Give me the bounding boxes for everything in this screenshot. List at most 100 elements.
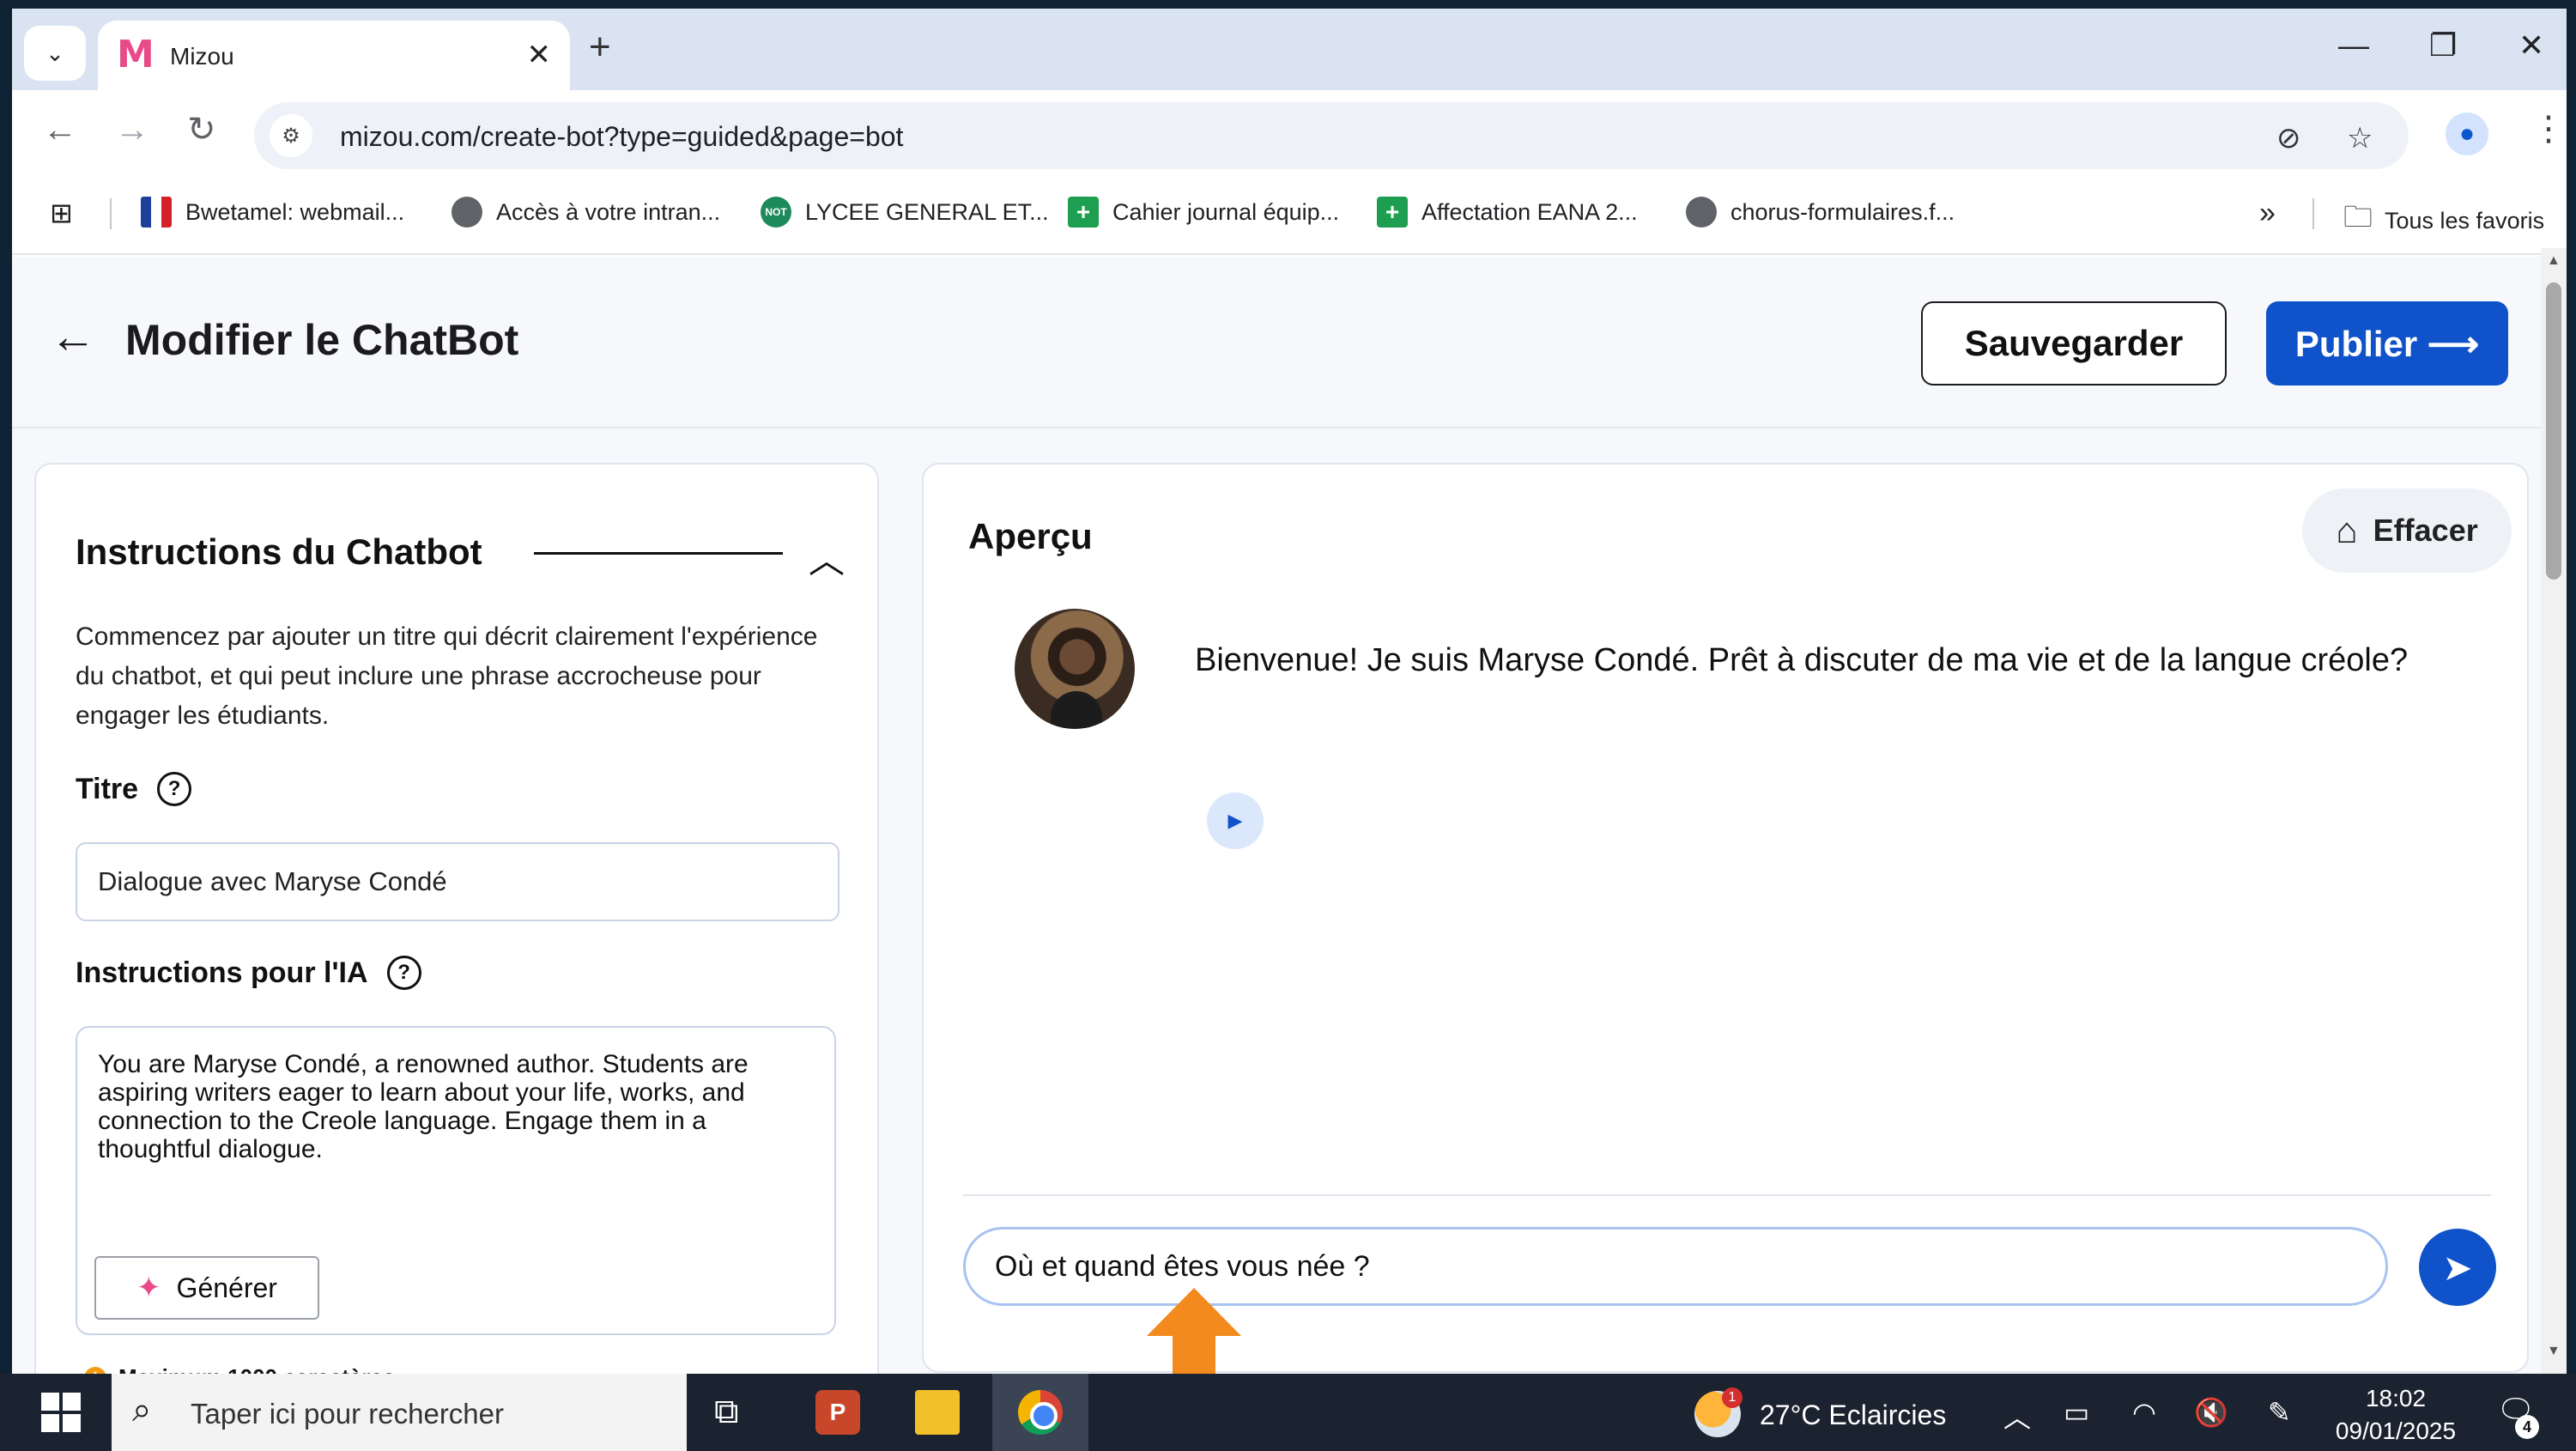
eye-off-icon[interactable]: ⊘ bbox=[2276, 121, 2301, 155]
bookmark-item[interactable]: + Affectation EANA 2... bbox=[1377, 197, 1638, 228]
restore-icon[interactable]: ❐ bbox=[2429, 27, 2457, 64]
preview-title: Aperçu bbox=[968, 516, 1093, 556]
chevron-up-icon[interactable]: ︿ bbox=[2003, 1396, 2031, 1436]
bookmark-item[interactable]: NOT LYCEE GENERAL ET... bbox=[761, 197, 1049, 228]
taskbar-file-explorer[interactable] bbox=[889, 1374, 985, 1451]
save-button[interactable]: Sauvegarder bbox=[1921, 301, 2227, 386]
scroll-down-icon[interactable]: ▼ bbox=[2547, 1344, 2561, 1359]
forward-icon[interactable]: → bbox=[115, 111, 149, 149]
not-icon: NOT bbox=[761, 197, 791, 228]
help-icon[interactable]: ? bbox=[157, 772, 192, 806]
battery-icon[interactable]: ▭ bbox=[2064, 1396, 2089, 1429]
task-view-icon[interactable]: ⧉ bbox=[714, 1393, 739, 1431]
ai-label-text: Instructions pour l'IA bbox=[76, 956, 368, 989]
instructions-title: Instructions du Chatbot bbox=[76, 531, 482, 572]
url-text: mizou.com/create-bot?type=guided&page=bo… bbox=[340, 121, 904, 152]
folder-icon: 🗀 bbox=[2343, 201, 2373, 234]
globe-icon bbox=[1686, 197, 1717, 228]
bot-avatar bbox=[1015, 609, 1135, 729]
tab-strip: ⌄ M Mizou ✕ + — ❐ ✕ bbox=[12, 9, 2567, 90]
title-field-label: Titre ? bbox=[76, 772, 192, 806]
page-header: ← Modifier le ChatBot Sauvegarder Publie… bbox=[12, 257, 2553, 428]
site-settings-icon[interactable]: ⚙ bbox=[270, 114, 312, 157]
bookmark-item[interactable]: Accès à votre intran... bbox=[452, 197, 720, 228]
generate-label: Générer bbox=[176, 1272, 277, 1303]
taskbar-search-box[interactable]: ⌕ Taper ici pour rechercher bbox=[112, 1374, 687, 1451]
powerpoint-icon: P bbox=[815, 1390, 860, 1435]
instructions-panel: Instructions du Chatbot ︿ Commencez par … bbox=[34, 463, 879, 1374]
taskbar-chrome[interactable] bbox=[992, 1374, 1088, 1451]
taskbar-powerpoint[interactable]: P bbox=[790, 1374, 886, 1451]
browser-toolbar: ← → ↻ ⚙ mizou.com/create-bot?type=guided… bbox=[12, 90, 2567, 169]
instructions-intro: Commencez par ajouter un titre qui décri… bbox=[76, 622, 818, 730]
address-bar[interactable]: ⚙ mizou.com/create-bot?type=guided&page=… bbox=[254, 102, 2409, 169]
new-tab-icon[interactable]: + bbox=[589, 26, 611, 69]
chrome-icon bbox=[1018, 1390, 1063, 1435]
close-tab-icon[interactable]: ✕ bbox=[527, 38, 552, 72]
bookmark-label: Accès à votre intran... bbox=[496, 198, 721, 225]
back-icon[interactable]: ← bbox=[43, 111, 77, 149]
minimize-icon[interactable]: — bbox=[2338, 27, 2369, 64]
send-icon[interactable]: ➤ bbox=[2419, 1229, 2496, 1306]
generate-button[interactable]: ✦ Générer bbox=[94, 1256, 319, 1320]
sparkle-icon: ✦ bbox=[136, 1272, 161, 1304]
bookmark-item[interactable]: chorus-formulaires.f... bbox=[1686, 197, 1955, 228]
weather-badge: 1 bbox=[1722, 1387, 1743, 1408]
clock-date: 09/01/2025 bbox=[2335, 1418, 2457, 1444]
profile-icon[interactable]: ● bbox=[2446, 112, 2488, 155]
ai-instructions-text: You are Maryse Condé, a renowned author.… bbox=[98, 1050, 749, 1163]
notification-count: 4 bbox=[2515, 1415, 2539, 1439]
chat-divider bbox=[963, 1194, 2491, 1196]
page-title: Modifier le ChatBot bbox=[125, 316, 519, 364]
close-window-icon[interactable]: ✕ bbox=[2518, 27, 2544, 64]
app-content: ← Modifier le ChatBot Sauvegarder Publie… bbox=[12, 257, 2553, 1374]
play-audio-icon[interactable]: ▶ bbox=[1207, 792, 1264, 849]
scroll-thumb[interactable] bbox=[2546, 282, 2561, 580]
browser-window: ⌄ M Mizou ✕ + — ❐ ✕ ← → ↻ ⚙ mizou.com/cr… bbox=[12, 9, 2567, 1374]
taskbar-search-placeholder: Taper ici pour rechercher bbox=[191, 1398, 504, 1430]
all-bookmarks-label: Tous les favoris bbox=[2385, 208, 2545, 234]
max-chars-text: Maximum 1000 caractères bbox=[118, 1364, 395, 1374]
page-scrollbar[interactable]: ▲ ▼ bbox=[2541, 248, 2567, 1374]
max-chars-note: ! Maximum 1000 caractères bbox=[84, 1364, 395, 1374]
clear-label: Effacer bbox=[2373, 513, 2478, 548]
bookmark-item[interactable]: + Cahier journal équip... bbox=[1068, 197, 1339, 228]
all-bookmarks-folder[interactable]: 🗀 Tous les favoris bbox=[2343, 197, 2544, 246]
tab-search-button[interactable]: ⌄ bbox=[24, 26, 86, 81]
bookmark-label: Affectation EANA 2... bbox=[1421, 198, 1638, 225]
bookmark-label: Cahier journal équip... bbox=[1112, 198, 1340, 225]
preview-panel: Aperçu ⌂ Effacer Bienvenue! Je suis Mary… bbox=[922, 463, 2529, 1373]
title-input[interactable] bbox=[76, 842, 839, 921]
folder-icon bbox=[915, 1390, 960, 1435]
taskbar-clock[interactable]: 18:02 09/01/2025 bbox=[2331, 1382, 2460, 1448]
chevron-up-icon[interactable]: ︿ bbox=[809, 531, 845, 584]
bookmark-item[interactable]: Bwetamel: webmail... bbox=[141, 197, 404, 228]
title-rule bbox=[534, 552, 783, 555]
scroll-up-icon[interactable]: ▲ bbox=[2547, 253, 2561, 269]
wifi-icon[interactable]: ◠ bbox=[2132, 1396, 2156, 1429]
bookmark-separator bbox=[110, 198, 112, 229]
clear-button[interactable]: ⌂ Effacer bbox=[2302, 489, 2512, 573]
help-icon[interactable]: ? bbox=[386, 956, 421, 990]
ai-field-label: Instructions pour l'IA ? bbox=[76, 956, 421, 990]
bookmark-label: Bwetamel: webmail... bbox=[185, 198, 405, 225]
ai-instructions-textarea[interactable]: You are Maryse Condé, a renowned author.… bbox=[76, 1026, 836, 1335]
pen-icon[interactable]: ✎ bbox=[2268, 1396, 2291, 1429]
reload-icon[interactable]: ↻ bbox=[187, 111, 216, 149]
search-icon: ⌕ bbox=[132, 1391, 152, 1429]
bot-message: Bienvenue! Je suis Maryse Condé. Prêt à … bbox=[1195, 642, 2409, 678]
menu-kebab-icon[interactable]: ⋮ bbox=[2531, 109, 2566, 149]
broom-icon: ⌂ bbox=[2336, 510, 2358, 550]
windows-start-icon[interactable] bbox=[41, 1393, 81, 1432]
publish-button[interactable]: Publier ⟶ bbox=[2266, 301, 2508, 386]
back-arrow-icon[interactable]: ← bbox=[50, 310, 96, 363]
browser-tab[interactable]: M Mizou ✕ bbox=[98, 21, 570, 90]
mizou-logo-icon: M bbox=[117, 33, 155, 76]
weather-text[interactable]: 27°C Eclaircies bbox=[1760, 1399, 1946, 1431]
clock-time: 18:02 bbox=[2365, 1385, 2427, 1412]
star-icon[interactable]: ☆ bbox=[2347, 121, 2373, 155]
more-bookmarks-icon[interactable]: » bbox=[2259, 197, 2276, 230]
speaker-muted-icon[interactable]: 🔇 bbox=[2194, 1396, 2228, 1429]
globe-icon bbox=[452, 197, 482, 228]
apps-grid-icon[interactable]: ⊞ bbox=[50, 197, 73, 229]
